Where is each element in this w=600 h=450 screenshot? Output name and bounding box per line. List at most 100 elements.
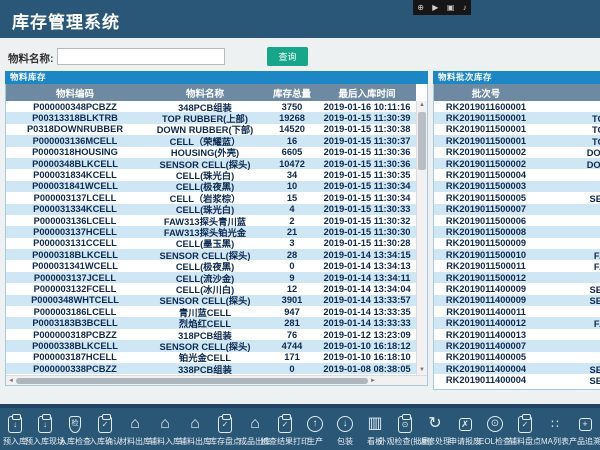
cell-batch-number: RK2019011400009 bbox=[434, 295, 538, 305]
toolbar-item[interactable]: ✓ 检查结果打印 bbox=[270, 408, 300, 450]
cell-batch-number: RK2019011400004 bbox=[434, 364, 538, 374]
cell-total-stock: 4744 bbox=[266, 341, 318, 351]
hscroll-thumb[interactable] bbox=[16, 378, 368, 384]
toolbar-item[interactable]: ∷ MA列表 bbox=[540, 408, 570, 450]
table-row[interactable]: RK2019011400004 SENSOR CELL(探头) bbox=[434, 374, 600, 385]
cell-material-code: P000031834KCELL bbox=[6, 170, 144, 180]
cell-batch-number: RK2019011400013 bbox=[434, 330, 538, 340]
toolbar-item[interactable]: ↓ 包装 bbox=[330, 408, 360, 450]
query-button[interactable]: 查询 bbox=[267, 47, 308, 66]
toolbar-item[interactable]: ✓ 入库确认 bbox=[90, 408, 120, 450]
toolbar-item[interactable]: ↓ 预入库现场 bbox=[30, 408, 60, 450]
batch-table-header: 批次号 物料名称 bbox=[434, 84, 600, 101]
cell-last-inbound: 2019-01-15 11:30:33 bbox=[318, 204, 416, 214]
material-inventory-panel: 物料库存 物料编码 物料名称 库存总量 最后入库时间 P000000348PCB… bbox=[5, 71, 428, 386]
vertical-scrollbar[interactable]: ▲ ▼ bbox=[416, 101, 427, 375]
cell-last-inbound: 2019-01-15 11:30:32 bbox=[318, 216, 416, 226]
sound-icon[interactable]: ♪ bbox=[463, 4, 467, 12]
toolbar-item[interactable]: ⌂ 辅料出库 bbox=[180, 408, 210, 450]
cell-last-inbound: 2019-01-15 11:30:37 bbox=[318, 136, 416, 146]
bottom-toolbar: ↓ 预入库 ↓ 预入库现场 检 入库检查 ✓ 入库确认 ⌂ 材料出库 bbox=[0, 404, 600, 450]
material-name-input[interactable] bbox=[57, 48, 225, 65]
cell-batch-number: RK2019011500010 bbox=[434, 250, 538, 260]
scroll-thumb[interactable] bbox=[418, 112, 426, 170]
cell-material-code: P0000338BLKCELL bbox=[6, 341, 144, 351]
toolbar-item-label: 辅料出库 bbox=[179, 438, 211, 446]
cell-material-code: P000003137JCELL bbox=[6, 273, 144, 283]
toolbar-item-label: 库存盘点 bbox=[209, 438, 241, 446]
toolbar-item[interactable]: ⊙ 外观检查(批量) bbox=[390, 408, 420, 450]
scroll-down-icon[interactable]: ▼ bbox=[417, 366, 427, 375]
box-icon: + bbox=[575, 414, 595, 434]
warehouse-icon: ⌂ bbox=[125, 414, 145, 434]
cell-total-stock: 281 bbox=[266, 318, 318, 328]
cell-batch-number: RK2019011500009 bbox=[434, 238, 538, 248]
clipboard-check-icon: ✓ bbox=[215, 414, 235, 434]
cell-batch-number: RK2019011500002 bbox=[434, 159, 538, 169]
settings-icon[interactable]: ⊕ bbox=[417, 4, 424, 12]
cell-batch-number: RK2019011500001 bbox=[434, 113, 538, 123]
cell-last-inbound: 2019-01-14 13:33:57 bbox=[318, 295, 416, 305]
cell-batch-number: RK2019011500004 bbox=[434, 170, 538, 180]
cell-total-stock: 947 bbox=[266, 307, 318, 317]
cell-material-name: SENSOR CELL(探头) bbox=[538, 373, 600, 387]
scroll-right-icon[interactable]: ► bbox=[368, 378, 378, 384]
play-icon[interactable]: ▶ bbox=[432, 4, 438, 12]
toolbar-item[interactable]: ⌂ 材料出库 bbox=[120, 408, 150, 450]
cell-material-code: P0000318HOUSING bbox=[6, 147, 144, 157]
cell-batch-number: RK2019011600001 bbox=[434, 102, 538, 112]
scroll-up-icon[interactable]: ▲ bbox=[417, 101, 427, 110]
cell-total-stock: 171 bbox=[266, 352, 318, 362]
cell-material-code: P0000348WHTCELL bbox=[6, 295, 144, 305]
toolbar-item[interactable]: ⊙ EOL检查 bbox=[480, 408, 510, 450]
cell-material-code: P000003132FCELL bbox=[6, 284, 144, 294]
toolbar-item-label: 入库确认 bbox=[89, 438, 121, 446]
clipboard-in-icon: ↓ bbox=[35, 414, 55, 434]
cell-total-stock: 28 bbox=[266, 250, 318, 260]
cell-total-stock: 4 bbox=[266, 204, 318, 214]
cell-material-code: P000000338PCBZZ bbox=[6, 364, 144, 374]
col-material-code: 物料编码 bbox=[6, 84, 144, 101]
cell-material-code: P000003136MCELL bbox=[6, 136, 144, 146]
cell-batch-number: RK2019011500005 bbox=[434, 193, 538, 203]
toolbar-item-label: 生产 bbox=[307, 438, 323, 446]
cell-last-inbound: 2019-01-14 13:33:33 bbox=[318, 318, 416, 328]
toolbar-item[interactable]: ↑ 生产 bbox=[300, 408, 330, 450]
material-table-rows: P000000348PCBZZ 348PCB组装 3750 2019-01-16… bbox=[6, 101, 416, 375]
cell-batch-number: RK2019011500003 bbox=[434, 181, 538, 191]
cell-batch-number: RK2019011500007 bbox=[434, 204, 538, 214]
cell-material-code: P000003137LCELL bbox=[6, 193, 144, 203]
batch-table-rows: RK2019011600001 348PCB组装 RK2019011500001… bbox=[434, 101, 600, 389]
cell-total-stock: 6605 bbox=[266, 147, 318, 157]
cell-material-code: P000000348PCBZZ bbox=[6, 102, 144, 112]
scroll-left-icon[interactable]: ◄ bbox=[6, 378, 16, 384]
cell-last-inbound: 2019-01-14 13:34:11 bbox=[318, 273, 416, 283]
toolbar-item[interactable]: ✗ 申请报废 bbox=[450, 408, 480, 450]
toolbar-item-label: 材料出库 bbox=[119, 438, 151, 446]
material-name-label: 物料名称: bbox=[8, 51, 54, 66]
toolbar-item[interactable]: ↻ 返修处理 bbox=[420, 408, 450, 450]
cell-last-inbound: 2019-01-15 11:30:36 bbox=[318, 147, 416, 157]
toolbar-item-label: MA列表 bbox=[541, 438, 569, 446]
toolbar-item[interactable]: ⌂ 辅料入库 bbox=[150, 408, 180, 450]
capture-overlay: ⊕ ▶ ▣ ♪ bbox=[413, 0, 471, 15]
toolbar-item[interactable]: ✓ 辅料盘点 bbox=[510, 408, 540, 450]
cell-batch-number: RK2019011500001 bbox=[434, 136, 538, 146]
panel-title-batch-inventory: 物料批次库存 bbox=[433, 71, 600, 84]
circle-down-icon: ↓ bbox=[335, 414, 355, 434]
cell-total-stock: 34 bbox=[266, 170, 318, 180]
snapshot-icon[interactable]: ▣ bbox=[447, 4, 455, 12]
toolbar-item[interactable]: + 产品追溯 bbox=[570, 408, 600, 450]
cell-total-stock: 10472 bbox=[266, 159, 318, 169]
horizontal-scrollbar[interactable]: ◄ ► bbox=[6, 375, 427, 385]
toolbar-item[interactable]: ✓ 库存盘点 bbox=[210, 408, 240, 450]
toolbar-item-label: 申请报废 bbox=[449, 438, 481, 446]
cell-material-name: 338PCB组装 bbox=[144, 362, 266, 375]
batch-inventory-panel: 物料批次库存 批次号 物料名称 RK2019011600001 348PCB组装… bbox=[433, 71, 600, 390]
col-total-stock: 库存总量 bbox=[266, 84, 318, 101]
table-row[interactable]: P000000338PCBZZ 338PCB组装 0 2019-01-08 08… bbox=[6, 363, 416, 374]
toolbar-item[interactable]: 检 入库检查 bbox=[60, 408, 90, 450]
cell-last-inbound: 2019-01-16 10:11:16 bbox=[318, 102, 416, 112]
app-window: 库存管理系统 ⊕▶▣♪ 物料名称: 查询 物料库存 物料编码 物料名称 库存总量… bbox=[0, 0, 600, 450]
toolbar-item-label: 返修处理 bbox=[419, 438, 451, 446]
